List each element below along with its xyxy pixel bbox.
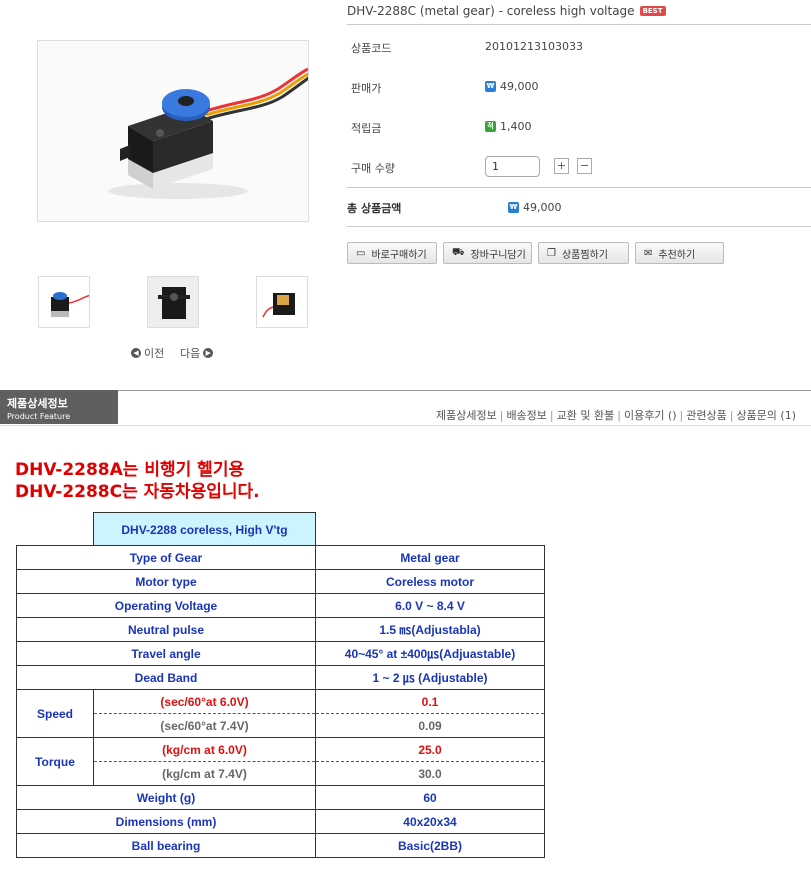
table-row: Weight (g) 60 [16, 785, 545, 810]
won-icon: ₩ [485, 81, 496, 92]
table-row: Dead Band 1 ~ 2 ㎲ (Adjustable) [16, 665, 545, 690]
product-title: DHV-2288C (metal gear) - coreless high v… [347, 4, 666, 18]
thumbnail-2[interactable] [147, 276, 199, 328]
wishlist-button[interactable]: ❐ 상품찜하기 [538, 242, 629, 264]
points-label: 적립금 [351, 122, 382, 135]
add-to-cart-button[interactable]: ⛟ 장바구니담기 [443, 242, 532, 264]
spec-table-header: DHV-2288 coreless, High V'tg [93, 512, 316, 546]
tab-product-qna[interactable]: 상품문의 (1) [736, 409, 796, 422]
quantity-input[interactable] [485, 156, 540, 177]
tab-shipping[interactable]: 배송정보 [506, 409, 546, 422]
quantity-minus-button[interactable]: − [577, 158, 592, 174]
tab-product-detail[interactable]: 제품상세정보 [436, 409, 497, 422]
tab-reviews[interactable]: 이용후기 () [624, 409, 677, 422]
tab-exchange-refund[interactable]: 교환 및 환불 [557, 409, 615, 422]
chevron-right-icon: ▶ [203, 348, 214, 358]
quantity-label: 구매 수량 [351, 162, 395, 175]
table-row: Torque (kg/cm at 6.0V) 25.0 [16, 737, 545, 786]
tab-related-products[interactable]: 관련상품 [686, 409, 726, 422]
monitor-icon: ▭ [356, 247, 366, 259]
won-icon: ₩ [508, 202, 519, 213]
recommend-button[interactable]: ✉ 추천하기 [635, 242, 724, 264]
product-code-label: 상품코드 [351, 42, 392, 55]
table-row: (sec/60°at 7.4V) 0.09 [17, 713, 545, 738]
total-price-value: ₩ 49,000 [508, 201, 562, 214]
thumbnail-3[interactable] [256, 276, 308, 328]
divider [347, 187, 811, 188]
table-row: Dimensions (mm) 40x20x34 [16, 809, 545, 834]
table-row: Type of Gear Metal gear [16, 545, 545, 570]
buy-now-button[interactable]: ▭ 바로구매하기 [347, 242, 437, 264]
table-row: Speed (sec/60°at 6.0V) 0.1 [16, 689, 545, 738]
cart-icon: ⛟ [452, 246, 465, 258]
detail-notice-line2: DHV-2288C는 자동차용입니다. [15, 482, 260, 502]
best-badge: BEST [639, 6, 666, 16]
table-row: Motor type Coreless motor [16, 569, 545, 594]
main-product-image [37, 40, 309, 222]
table-row: Neutral pulse 1.5 ㎳(Adjustabla) [16, 617, 545, 642]
divider [347, 226, 811, 227]
chevron-left-icon: ◀ [131, 348, 141, 358]
total-price-label: 총 상품금액 [347, 202, 402, 215]
prev-image-button[interactable]: ◀ 이전 [131, 345, 164, 361]
wishlist-icon: ❐ [547, 247, 556, 259]
table-row: Ball bearing Basic(2BB) [16, 833, 545, 858]
product-code-value: 20101213103033 [485, 40, 583, 53]
points-value: 적 1,400 [485, 120, 532, 133]
table-row: (kg/cm at 7.4V) 30.0 [17, 761, 545, 786]
price-value: ₩ 49,000 [485, 80, 539, 93]
divider [347, 24, 811, 25]
envelope-icon: ✉ [644, 247, 653, 259]
price-label: 판매가 [351, 82, 382, 95]
table-row: Operating Voltage 6.0 V ~ 8.4 V [16, 593, 545, 618]
product-feature-tab: 제품상세정보 Product Feature [0, 390, 118, 424]
points-icon: 적 [485, 121, 496, 132]
section-divider [0, 425, 811, 426]
quantity-plus-button[interactable]: + [554, 158, 569, 174]
thumbnail-1[interactable] [38, 276, 90, 328]
section-divider [0, 390, 811, 391]
detail-tab-nav: 제품상세정보 | 배송정보 | 교환 및 환불 | 이용후기 () | 관련상품 | 상품문의 (1… [435, 409, 796, 422]
spec-table: Type of Gear Metal gear Motor type Coreles… [16, 545, 545, 858]
next-image-button[interactable]: 다음 ▶ [180, 345, 214, 361]
table-row: Travel angle 40~45° at ±400㎲(Adjuastable) [16, 641, 545, 666]
